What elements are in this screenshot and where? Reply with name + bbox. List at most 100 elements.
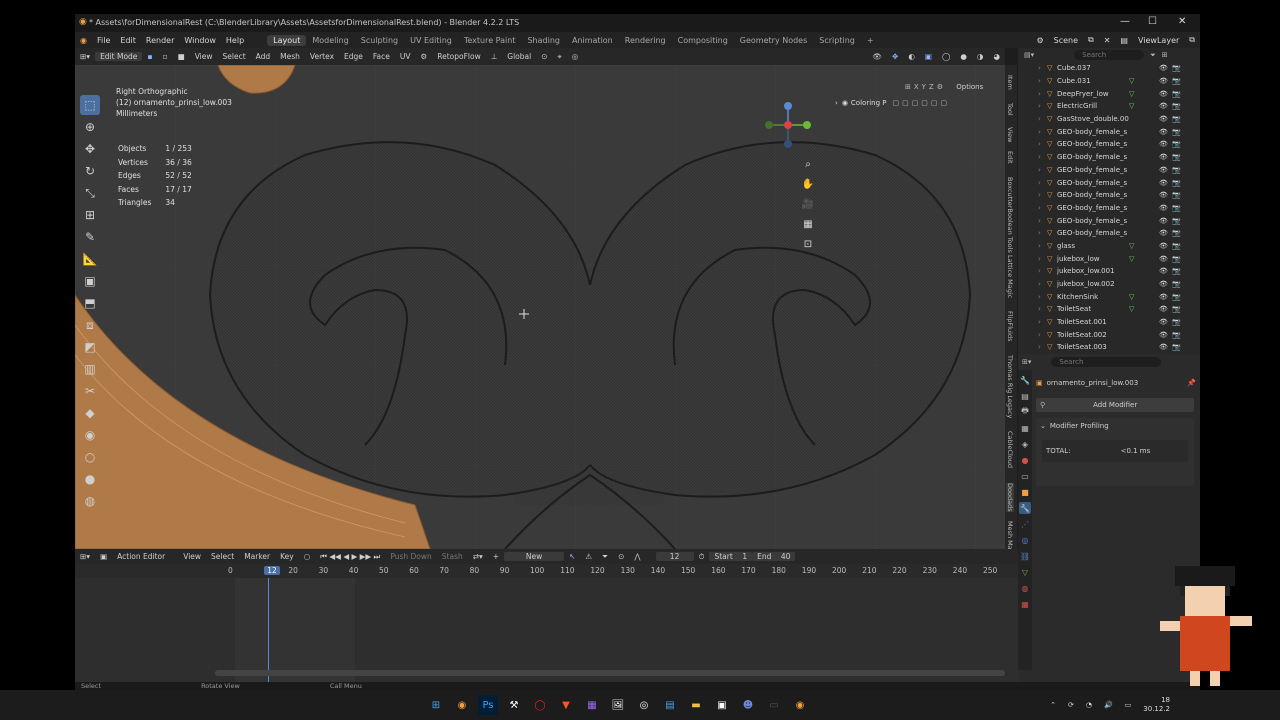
data-properties-icon[interactable]: ▽ (1019, 566, 1031, 578)
eye-icon[interactable]: 👁 (1159, 242, 1172, 250)
select-mode-edge-icon[interactable]: ▫ (158, 52, 173, 61)
outliner-item[interactable]: › ▽ jukebox_low ▽ 👁 📷 (1018, 252, 1200, 265)
outliner-item[interactable]: › ▽ jukebox_low.002 👁 📷 (1018, 278, 1200, 291)
opera-icon[interactable]: ◯ (530, 695, 550, 715)
menu-help[interactable]: Help (221, 36, 249, 45)
obs-icon[interactable]: ◎ (634, 695, 654, 715)
tab-uv-editing[interactable]: UV Editing (404, 35, 458, 46)
expand-arrow-icon[interactable]: › (1038, 331, 1047, 339)
camera-icon[interactable]: 📷 (1172, 229, 1182, 237)
poly-build-tool-icon[interactable]: ◆ (80, 403, 100, 423)
expand-arrow-icon[interactable]: › (1038, 318, 1047, 326)
new-collection-icon[interactable]: ⊞ (1162, 51, 1168, 59)
tab-geometry-nodes[interactable]: Geometry Nodes (734, 35, 813, 46)
eye-icon[interactable]: 👁 (1159, 191, 1172, 199)
menu-edge[interactable]: Edge (339, 52, 368, 61)
sidebar-tab-cablecloud[interactable]: CableCloud (1006, 431, 1014, 468)
app-icon[interactable]: ▭ (764, 695, 784, 715)
expand-arrow-icon[interactable]: › (1038, 90, 1047, 98)
proportional-icon[interactable]: ⋀ (629, 552, 645, 561)
expand-arrow-icon[interactable]: › (1038, 242, 1047, 250)
notepad-icon[interactable]: ▤ (660, 695, 680, 715)
menu-window[interactable]: Window (179, 36, 221, 45)
add-cube-tool-icon[interactable]: ▣ (80, 271, 100, 291)
menu-add[interactable]: Add (251, 52, 276, 61)
camera-icon[interactable]: 📷 (1172, 128, 1182, 136)
terminal-icon[interactable]: ▣ (712, 695, 732, 715)
constraints-properties-icon[interactable]: ⛓ (1019, 550, 1031, 562)
sidebar-tab-doodads[interactable]: Doodads (1006, 483, 1014, 512)
proportional-edit-icon[interactable]: ◎ (567, 52, 584, 61)
push-down-button[interactable]: Push Down (385, 552, 436, 561)
expand-arrow-icon[interactable]: › (1038, 343, 1047, 351)
camera-icon[interactable]: 📷 (1172, 267, 1182, 275)
brave-icon[interactable]: ▼ (556, 695, 576, 715)
add-modifier-button[interactable]: ⚲ Add Modifier (1036, 398, 1194, 412)
texture-properties-icon[interactable]: ▦ (1019, 598, 1031, 610)
rotate-tool-icon[interactable]: ↻ (80, 161, 100, 181)
editor-type-icon[interactable]: ⊞▾ (75, 52, 95, 61)
start-frame-field[interactable]: Start 1 (709, 552, 753, 561)
camera-icon[interactable]: 📷 (1172, 166, 1182, 174)
outliner-item[interactable]: › ▽ DeepFryer_low ▽ 👁 📷 (1018, 87, 1200, 100)
close-button[interactable]: ✕ (1178, 16, 1186, 27)
menu-file[interactable]: File (92, 36, 115, 45)
snapping-icon[interactable]: ⊙ (613, 552, 629, 561)
coloring-label[interactable]: Coloring P (851, 99, 887, 107)
coloring-tools-icon[interactable]: ▢▢▢▢▢▢ (892, 99, 950, 107)
copy-view-layer-icon[interactable]: ⧉ (1184, 35, 1200, 45)
filter-icon[interactable]: ⏷ (597, 552, 613, 562)
camera-icon[interactable]: 📷 (1172, 102, 1182, 110)
tray-expand-icon[interactable]: ⌃ (1050, 701, 1056, 709)
expand-arrow-icon[interactable]: › (1038, 255, 1047, 263)
eye-icon[interactable]: 👁 (1159, 318, 1172, 326)
volume-icon[interactable]: 🔊 (1104, 701, 1113, 709)
sidebar-tab-item[interactable]: Item (1006, 75, 1014, 90)
outliner-item[interactable]: › ▽ ToiletSeat.003 👁 📷 (1018, 341, 1200, 354)
battery-icon[interactable]: ▭ (1125, 701, 1132, 709)
blender-taskbar-icon[interactable]: ◉ (452, 695, 472, 715)
network-icon[interactable]: ◔ (1086, 701, 1092, 709)
knife-tool-icon[interactable]: ✂ (80, 381, 100, 401)
eye-icon[interactable]: 👁 (1159, 267, 1172, 275)
render-properties-icon[interactable]: ▤ (1019, 390, 1031, 402)
ortho-grid-icon[interactable]: ▦ (801, 217, 815, 231)
outliner-item[interactable]: › ▽ glass ▽ 👁 📷 (1018, 240, 1200, 253)
view-layer-selector[interactable]: ViewLayer (1133, 36, 1184, 45)
tab-animation[interactable]: Animation (566, 35, 619, 46)
camera-icon[interactable]: 📷 (1172, 140, 1182, 148)
blender-menu-icon[interactable]: ◉ (75, 36, 92, 45)
bevel-tool-icon[interactable]: ◩ (80, 337, 100, 357)
camera-icon[interactable]: 📷 (1172, 191, 1182, 199)
sidebar-tab-boxcutter[interactable]: BoxcutterBoolean Tools (1006, 177, 1014, 253)
transform-orientation-selector[interactable]: Global (502, 52, 536, 61)
clock[interactable]: 18 30.12.2 (1143, 696, 1170, 714)
only-selected-icon[interactable]: ↖ (564, 552, 580, 561)
outliner-item[interactable]: › ▽ GEO-body_female_s 👁 📷 (1018, 227, 1200, 240)
sidebar-tab-mesh[interactable]: Mesh Ma (1006, 521, 1014, 550)
expand-arrow-icon[interactable]: › (1038, 217, 1047, 225)
retopoflow-menu[interactable]: RetopoFlow (432, 52, 486, 61)
scene-properties-icon[interactable]: ◈ (1019, 438, 1031, 450)
frame-ruler[interactable]: 0 12 20 30 40 50 60 70 80 90 100 110 120 130 140 150 160… (75, 564, 1018, 578)
object-properties-icon[interactable]: ■ (1019, 486, 1031, 498)
pin-icon[interactable]: 📌 (1187, 379, 1196, 387)
tab-rendering[interactable]: Rendering (619, 35, 672, 46)
local-view-icon[interactable]: ⊡ (801, 237, 815, 251)
file-explorer-icon[interactable]: ▬ (686, 695, 706, 715)
camera-icon[interactable]: 📷 (1172, 64, 1182, 72)
modifier-properties-icon[interactable]: 🔧 (1019, 502, 1031, 514)
new-action-button[interactable]: New (504, 552, 565, 561)
menu-view[interactable]: View (190, 52, 218, 61)
record-icon[interactable]: ○ (299, 552, 316, 561)
extrude-tool-icon[interactable]: ⬒ (80, 293, 100, 313)
expand-arrow-icon[interactable]: › (1038, 153, 1047, 161)
outliner-search-input[interactable]: Search (1074, 50, 1145, 60)
panel-header[interactable]: ⌄ Modifier Profiling (1036, 418, 1194, 434)
menu-render[interactable]: Render (141, 36, 179, 45)
menu-edit[interactable]: Edit (115, 36, 141, 45)
camera-icon[interactable]: 📷 (1172, 331, 1182, 339)
tab-modeling[interactable]: Modeling (306, 35, 354, 46)
camera-icon[interactable]: 📷 (1172, 255, 1182, 263)
tab-sculpting[interactable]: Sculpting (355, 35, 404, 46)
